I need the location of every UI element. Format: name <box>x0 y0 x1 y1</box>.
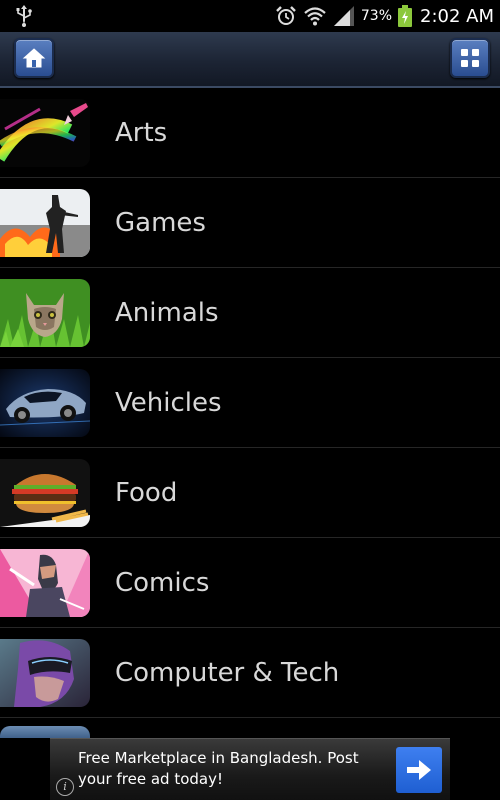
list-item-games[interactable]: Games <box>0 178 500 268</box>
next-item-thumbnail-partial <box>0 726 90 738</box>
list-item-label: Comics <box>115 568 210 598</box>
games-thumbnail <box>0 189 90 257</box>
battery-percent: 73% <box>360 8 392 24</box>
ad-banner[interactable]: Free Marketplace in Bangladesh. Post you… <box>50 738 450 800</box>
list-item-comics[interactable]: Comics <box>0 538 500 628</box>
battery-charging-icon <box>398 5 412 27</box>
list-item-label: Games <box>115 208 206 238</box>
action-bar <box>0 32 500 88</box>
list-item-arts[interactable]: Arts <box>0 88 500 178</box>
list-item-label: Computer & Tech <box>115 658 340 688</box>
clock: 2:02 AM <box>420 5 494 27</box>
ad-text: Free Marketplace in Bangladesh. Post you… <box>78 749 359 788</box>
computer-tech-thumbnail <box>0 639 90 707</box>
list-item-label: Food <box>115 478 178 508</box>
status-bar: 73% 2:02 AM <box>0 0 500 32</box>
list-item-computer-tech[interactable]: Computer & Tech <box>0 628 500 718</box>
list-item-food[interactable]: Food <box>0 448 500 538</box>
grid-icon <box>461 49 479 67</box>
grid-menu-button[interactable] <box>450 38 490 78</box>
arts-thumbnail <box>0 99 90 167</box>
list-item-label: Vehicles <box>115 388 222 418</box>
usb-icon <box>16 5 32 27</box>
ad-info-icon[interactable]: i <box>56 778 74 796</box>
ad-open-button[interactable] <box>396 747 442 793</box>
home-button[interactable] <box>14 38 54 78</box>
category-list: Arts Games Animals Vehicles Food Comics … <box>0 88 500 718</box>
list-item-label: Arts <box>115 118 168 148</box>
signal-icon <box>333 6 354 26</box>
list-item-animals[interactable]: Animals <box>0 268 500 358</box>
alarm-icon <box>276 6 296 25</box>
arrow-right-icon <box>407 760 431 780</box>
food-thumbnail <box>0 459 90 527</box>
vehicles-thumbnail <box>0 369 90 437</box>
animals-thumbnail <box>0 279 90 347</box>
wifi-icon <box>304 7 326 26</box>
comics-thumbnail <box>0 549 90 617</box>
app-screen: 73% 2:02 AM Arts Games Animals Vehicles … <box>0 0 500 800</box>
home-icon <box>22 48 46 68</box>
list-item-label: Animals <box>115 298 219 328</box>
list-item-vehicles[interactable]: Vehicles <box>0 358 500 448</box>
